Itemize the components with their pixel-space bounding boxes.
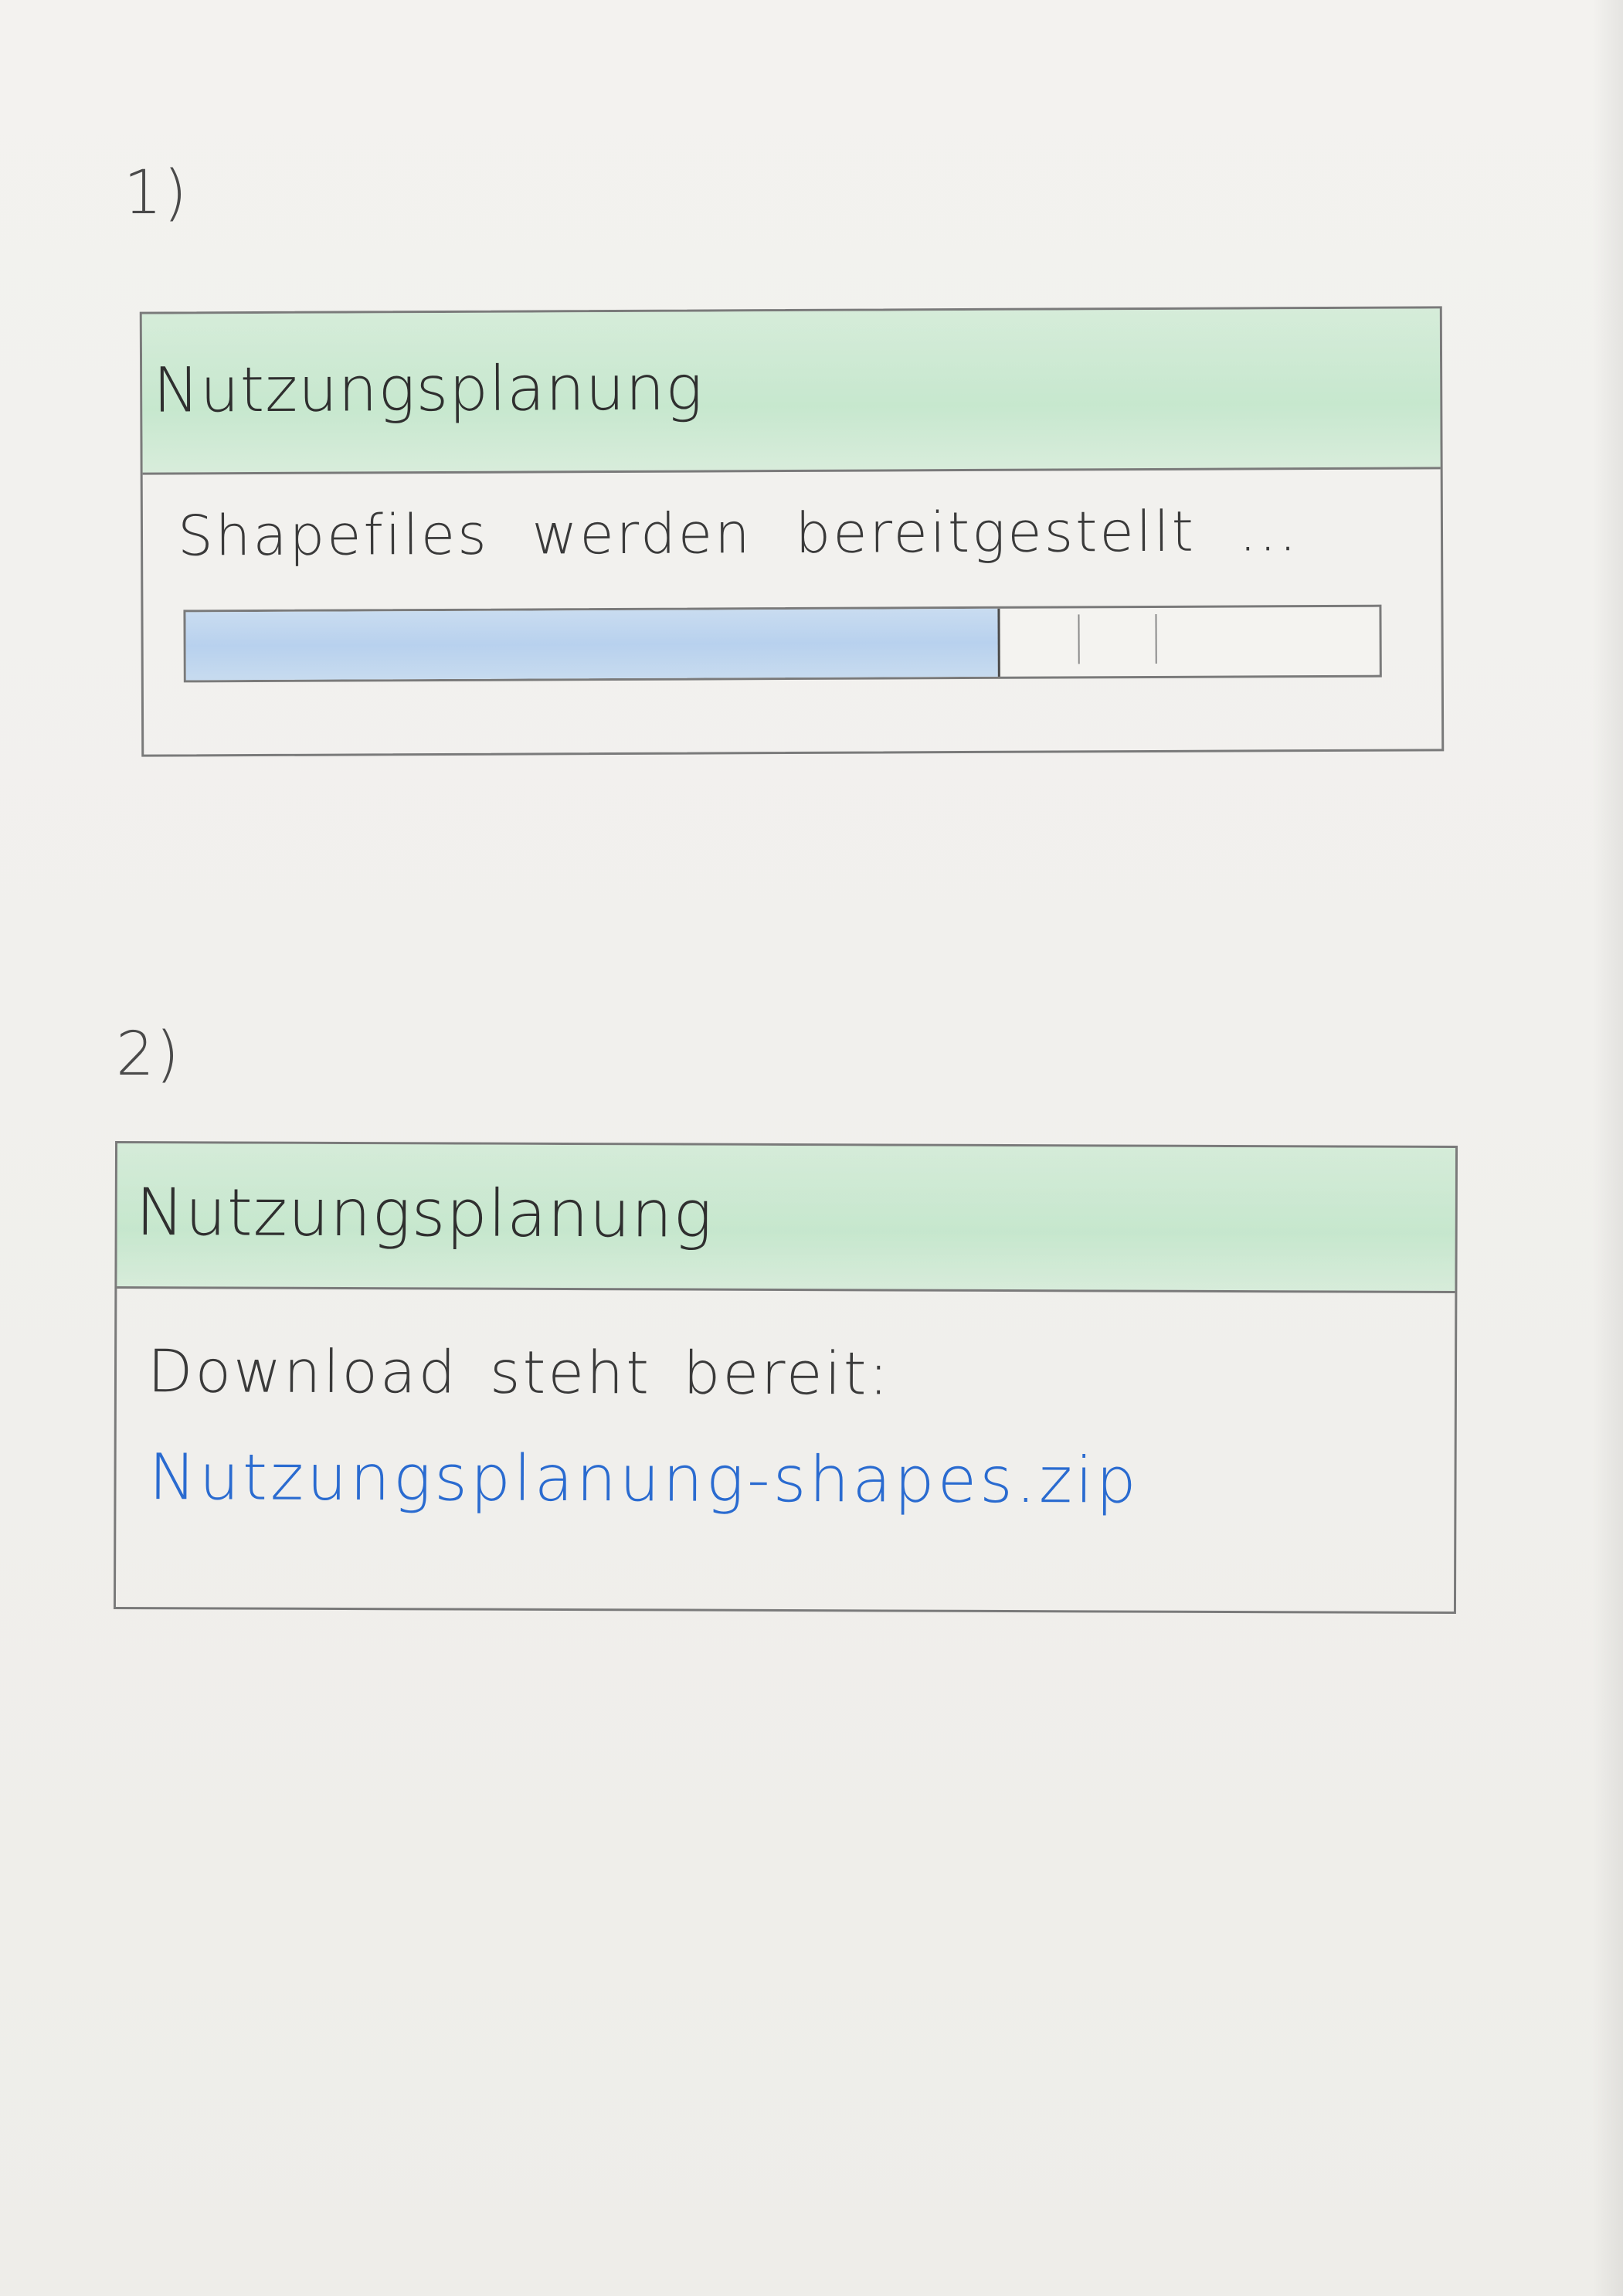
- progress-bar-fill: [185, 608, 1000, 681]
- progress-tick: [1078, 614, 1080, 664]
- step-1-number: 1): [124, 158, 189, 228]
- dialog-header: Nutzungsplanung: [141, 308, 1441, 475]
- download-dialog: Nutzungsplanung Download steht bereit: N…: [113, 1140, 1458, 1615]
- step-2-number: 2): [116, 1020, 182, 1089]
- dialog-header: Nutzungsplanung: [117, 1143, 1456, 1294]
- progress-dialog: Nutzungsplanung Shapefiles werden bereit…: [139, 306, 1445, 757]
- paper-sheet: 1) Nutzungsplanung Shapefiles werden ber…: [0, 0, 1623, 2296]
- dialog-title: Nutzungsplanung: [135, 1174, 713, 1252]
- status-message: Download steht bereit:: [147, 1337, 891, 1408]
- dialog-title: Nutzungsplanung: [152, 352, 704, 426]
- progress-tick: [1155, 613, 1157, 664]
- download-link[interactable]: Nutzungsplanung-shapes.zip: [148, 1441, 1139, 1517]
- status-message: Shapefiles werden bereitgestellt ...: [177, 498, 1299, 569]
- progress-bar: [183, 604, 1382, 683]
